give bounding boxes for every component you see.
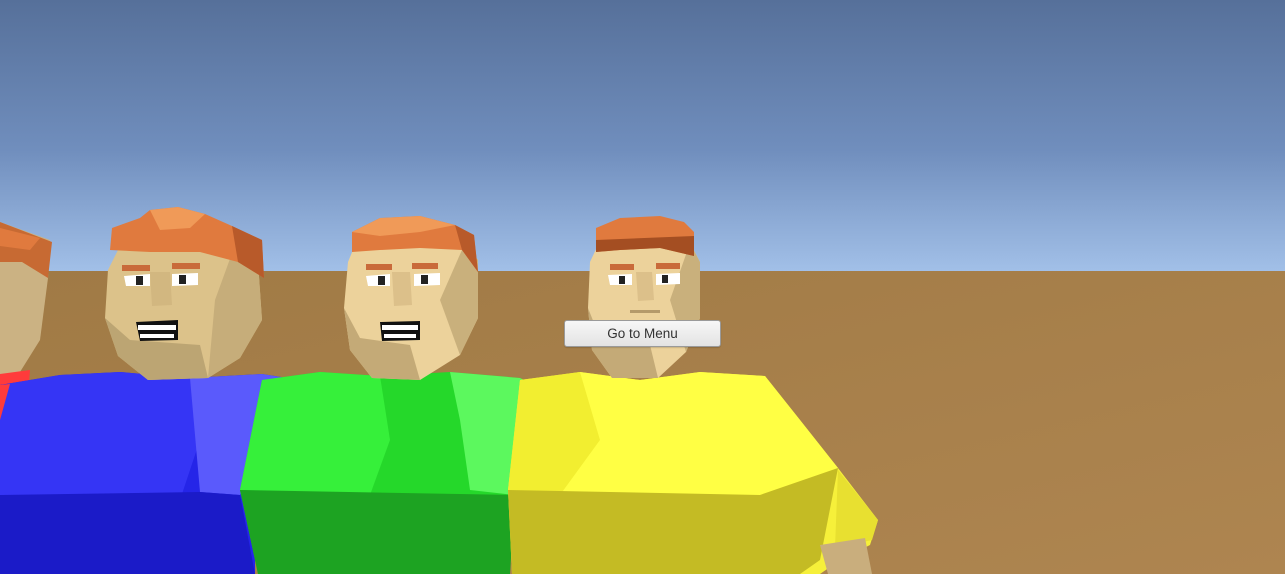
game-scene: [0, 0, 1285, 574]
go-to-menu-button[interactable]: Go to Menu: [564, 320, 721, 347]
